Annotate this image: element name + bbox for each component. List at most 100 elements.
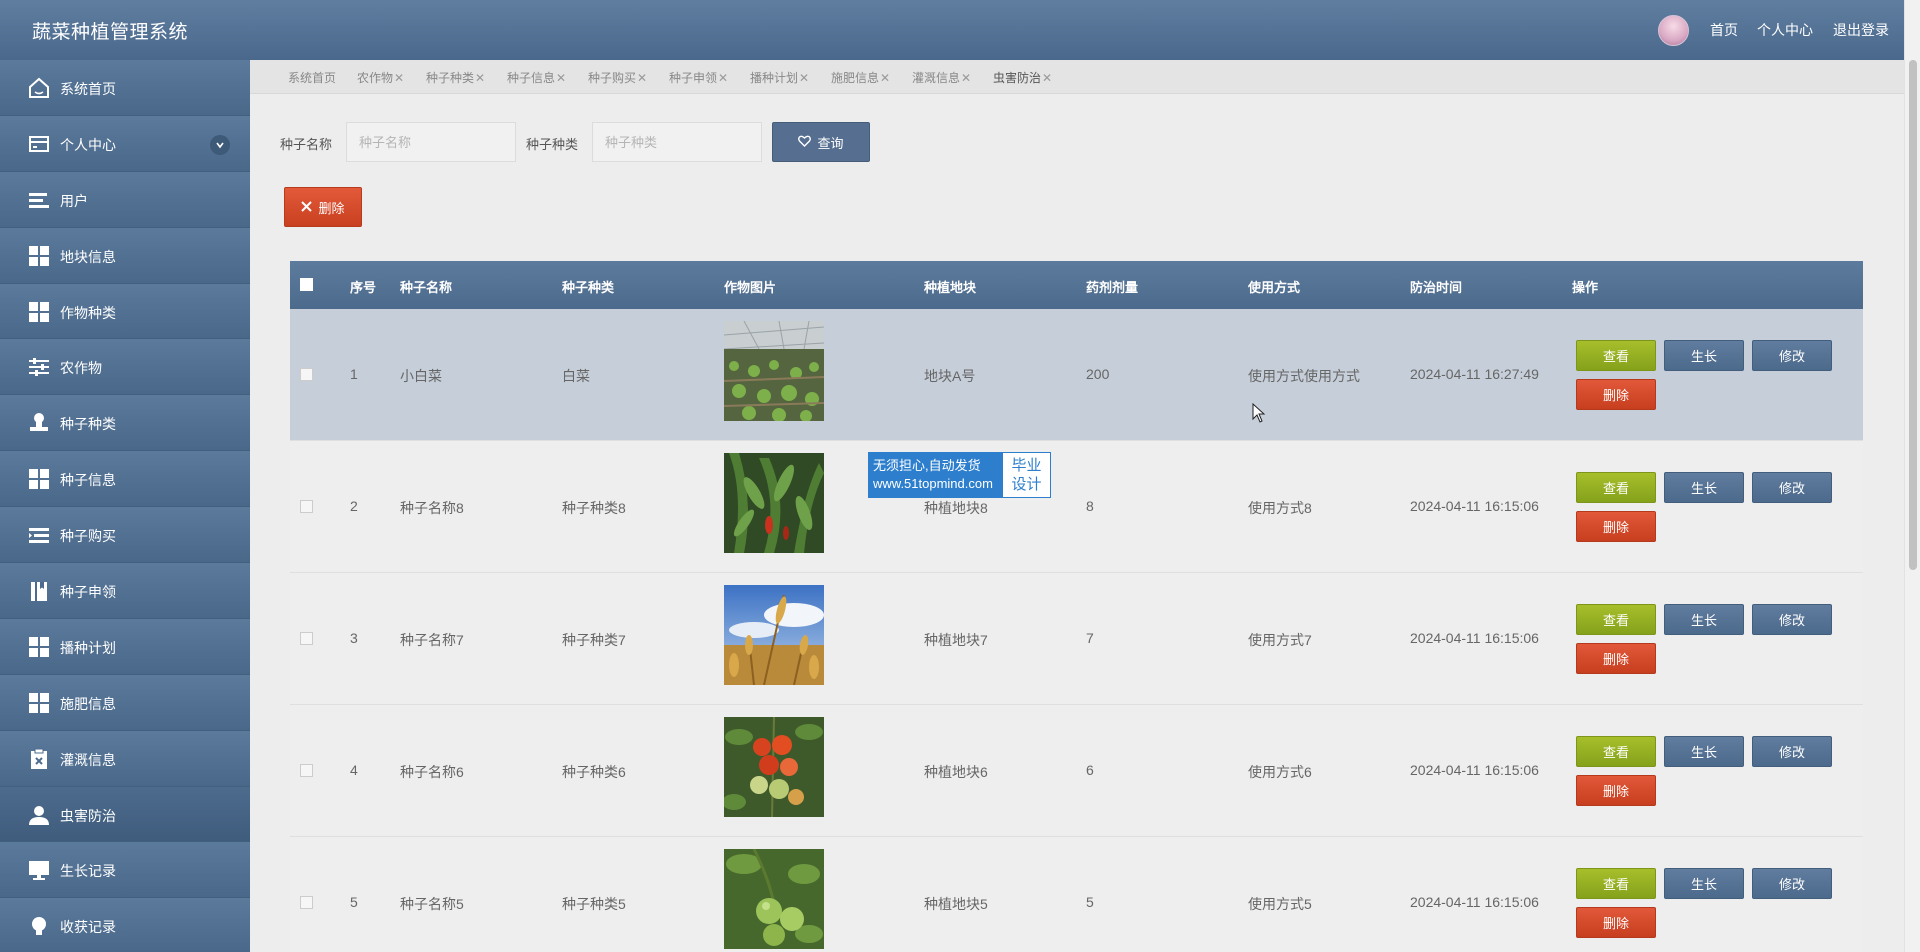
close-icon[interactable]: ✕ <box>880 71 890 85</box>
page-scrollbar[interactable] <box>1904 0 1920 952</box>
tab-label: 施肥信息 <box>831 71 880 85</box>
tab-irrigation[interactable]: 灌溉信息✕ <box>912 69 971 86</box>
view-button[interactable]: 查看 <box>1576 340 1656 371</box>
crop-image <box>724 717 824 817</box>
time-cell: 2024-04-11 16:15:06 <box>1410 630 1539 646</box>
sidebar-item-seed-purchase[interactable]: 种子购买 <box>0 507 250 564</box>
sidebar-item-label: 收获记录 <box>60 919 116 936</box>
sidebar-item-irrigation[interactable]: 灌溉信息 <box>0 730 250 787</box>
view-button[interactable]: 查看 <box>1576 604 1656 635</box>
table-row[interactable]: 3 种子名称7 种子种类7 种植地块7 7 使用方式7 2024-04-11 1… <box>290 573 1863 705</box>
sidebar-item-pest-control[interactable]: 虫害防治 <box>0 786 250 843</box>
seed-type-input[interactable] <box>592 122 762 162</box>
grid-icon <box>28 692 50 714</box>
row-checkbox[interactable] <box>300 500 313 513</box>
sidebar-item-profile[interactable]: 个人中心 <box>0 115 250 172</box>
sidebar-item-plot-info[interactable]: 地块信息 <box>0 227 250 284</box>
tab-sowing-plan[interactable]: 播种计划✕ <box>750 69 809 86</box>
dose-cell: 7 <box>1086 630 1094 646</box>
seed-name-cell: 种子名称5 <box>400 896 464 912</box>
logout-link[interactable]: 退出登录 <box>1833 20 1889 40</box>
home-link[interactable]: 首页 <box>1710 20 1738 40</box>
edit-button[interactable]: 修改 <box>1752 868 1832 899</box>
table-row[interactable]: 5 种子名称5 种子种类5 种植地块5 5 使用方式5 2024-04-11 1… <box>290 837 1863 952</box>
view-button[interactable]: 查看 <box>1576 736 1656 767</box>
close-icon[interactable]: ✕ <box>1042 71 1052 85</box>
close-icon[interactable]: ✕ <box>394 71 404 85</box>
seed-name-input[interactable] <box>346 122 516 162</box>
time-cell: 2024-04-11 16:15:06 <box>1410 762 1539 778</box>
row-checkbox[interactable] <box>300 632 313 645</box>
tab-fertilizing[interactable]: 施肥信息✕ <box>831 69 890 86</box>
seed-type-cell: 种子种类6 <box>562 764 626 780</box>
scrollbar-thumb[interactable] <box>1909 60 1917 570</box>
close-icon[interactable]: ✕ <box>799 71 809 85</box>
delete-button[interactable]: 删除 <box>1576 907 1656 938</box>
row-checkbox[interactable] <box>300 896 313 909</box>
profile-link[interactable]: 个人中心 <box>1757 20 1813 40</box>
tab-seed-type[interactable]: 种子种类✕ <box>426 69 485 86</box>
close-icon[interactable]: ✕ <box>961 71 971 85</box>
delete-button[interactable]: 删除 <box>1576 379 1656 410</box>
sidebar-item-home[interactable]: 系统首页 <box>0 60 250 116</box>
row-number: 1 <box>350 366 358 382</box>
row-number: 4 <box>350 762 358 778</box>
search-button[interactable]: 查询 <box>772 122 870 162</box>
bulb-icon <box>28 915 50 937</box>
sidebar-item-growth-record[interactable]: 生长记录 <box>0 842 250 899</box>
delete-button[interactable]: 删除 <box>1576 511 1656 542</box>
crop-image <box>724 453 824 553</box>
growth-button[interactable]: 生长 <box>1664 868 1744 899</box>
view-button[interactable]: 查看 <box>1576 868 1656 899</box>
view-button[interactable]: 查看 <box>1576 472 1656 503</box>
sidebar-item-label: 作物种类 <box>60 304 116 321</box>
tab-seed-claim[interactable]: 种子申领✕ <box>669 69 728 86</box>
edit-button[interactable]: 修改 <box>1752 472 1832 503</box>
close-icon[interactable]: ✕ <box>475 71 485 85</box>
sidebar-item-sowing-plan[interactable]: 播种计划 <box>0 618 250 675</box>
batch-delete-button[interactable]: 删除 <box>284 187 362 227</box>
sidebar-item-seed-claim[interactable]: 种子申领 <box>0 563 250 619</box>
row-checkbox[interactable] <box>300 764 313 777</box>
row-checkbox[interactable] <box>300 368 313 381</box>
growth-button[interactable]: 生长 <box>1664 340 1744 371</box>
close-icon[interactable]: ✕ <box>556 71 566 85</box>
sidebar-item-crops[interactable]: 农作物 <box>0 339 250 396</box>
tab-home[interactable]: 系统首页 <box>288 69 336 86</box>
edit-button[interactable]: 修改 <box>1752 604 1832 635</box>
select-all-checkbox[interactable] <box>300 278 313 291</box>
growth-button[interactable]: 生长 <box>1664 604 1744 635</box>
tab-crops[interactable]: 农作物✕ <box>357 69 404 86</box>
watermark-badge[interactable]: 无须担心,自动发货 www.51topmind.com 毕业 设计 <box>868 452 1051 498</box>
delete-button[interactable]: 删除 <box>1576 643 1656 674</box>
edit-button[interactable]: 修改 <box>1752 736 1832 767</box>
close-icon[interactable]: ✕ <box>718 71 728 85</box>
sidebar-item-crop-type[interactable]: 作物种类 <box>0 283 250 340</box>
table-row[interactable]: 1 小白菜 白菜 地块A号 200 使用方式使用方式 2024-04-11 16… <box>290 309 1863 441</box>
column-header: 序号 <box>350 280 377 295</box>
method-cell: 使用方式6 <box>1248 764 1312 780</box>
sidebar-item-users[interactable]: 用户 <box>0 171 250 228</box>
table-row[interactable]: 4 种子名称6 种子种类6 种植地块6 6 使用方式6 2024-04-11 1… <box>290 705 1863 837</box>
method-cell: 使用方式7 <box>1248 632 1312 648</box>
delete-button[interactable]: 删除 <box>1576 775 1656 806</box>
growth-button[interactable]: 生长 <box>1664 736 1744 767</box>
close-icon[interactable]: ✕ <box>637 71 647 85</box>
tab-seed-purchase[interactable]: 种子购买✕ <box>588 69 647 86</box>
avatar[interactable] <box>1658 15 1689 46</box>
table-row[interactable]: 2 种子名称8 种子种类8 种植地块8 8 使用方式8 2024-04-11 1… <box>290 441 1863 573</box>
grid-icon <box>28 301 50 323</box>
sidebar-item-fertilizing[interactable]: 施肥信息 <box>0 674 250 731</box>
chevron-down-icon[interactable] <box>210 134 230 155</box>
edit-button[interactable]: 修改 <box>1752 340 1832 371</box>
tab-label: 虫害防治 <box>993 71 1042 85</box>
method-cell: 使用方式8 <box>1248 500 1312 516</box>
sidebar-item-seed-info[interactable]: 种子信息 <box>0 451 250 508</box>
sidebar-item-harvest-record[interactable]: 收获记录 <box>0 898 250 952</box>
dose-cell: 6 <box>1086 762 1094 778</box>
sidebar-item-seed-type[interactable]: 种子种类 <box>0 395 250 452</box>
growth-button[interactable]: 生长 <box>1664 472 1744 503</box>
tab-pest-control[interactable]: 虫害防治✕ <box>993 69 1052 86</box>
tab-seed-info[interactable]: 种子信息✕ <box>507 69 566 86</box>
dose-cell: 8 <box>1086 498 1094 514</box>
